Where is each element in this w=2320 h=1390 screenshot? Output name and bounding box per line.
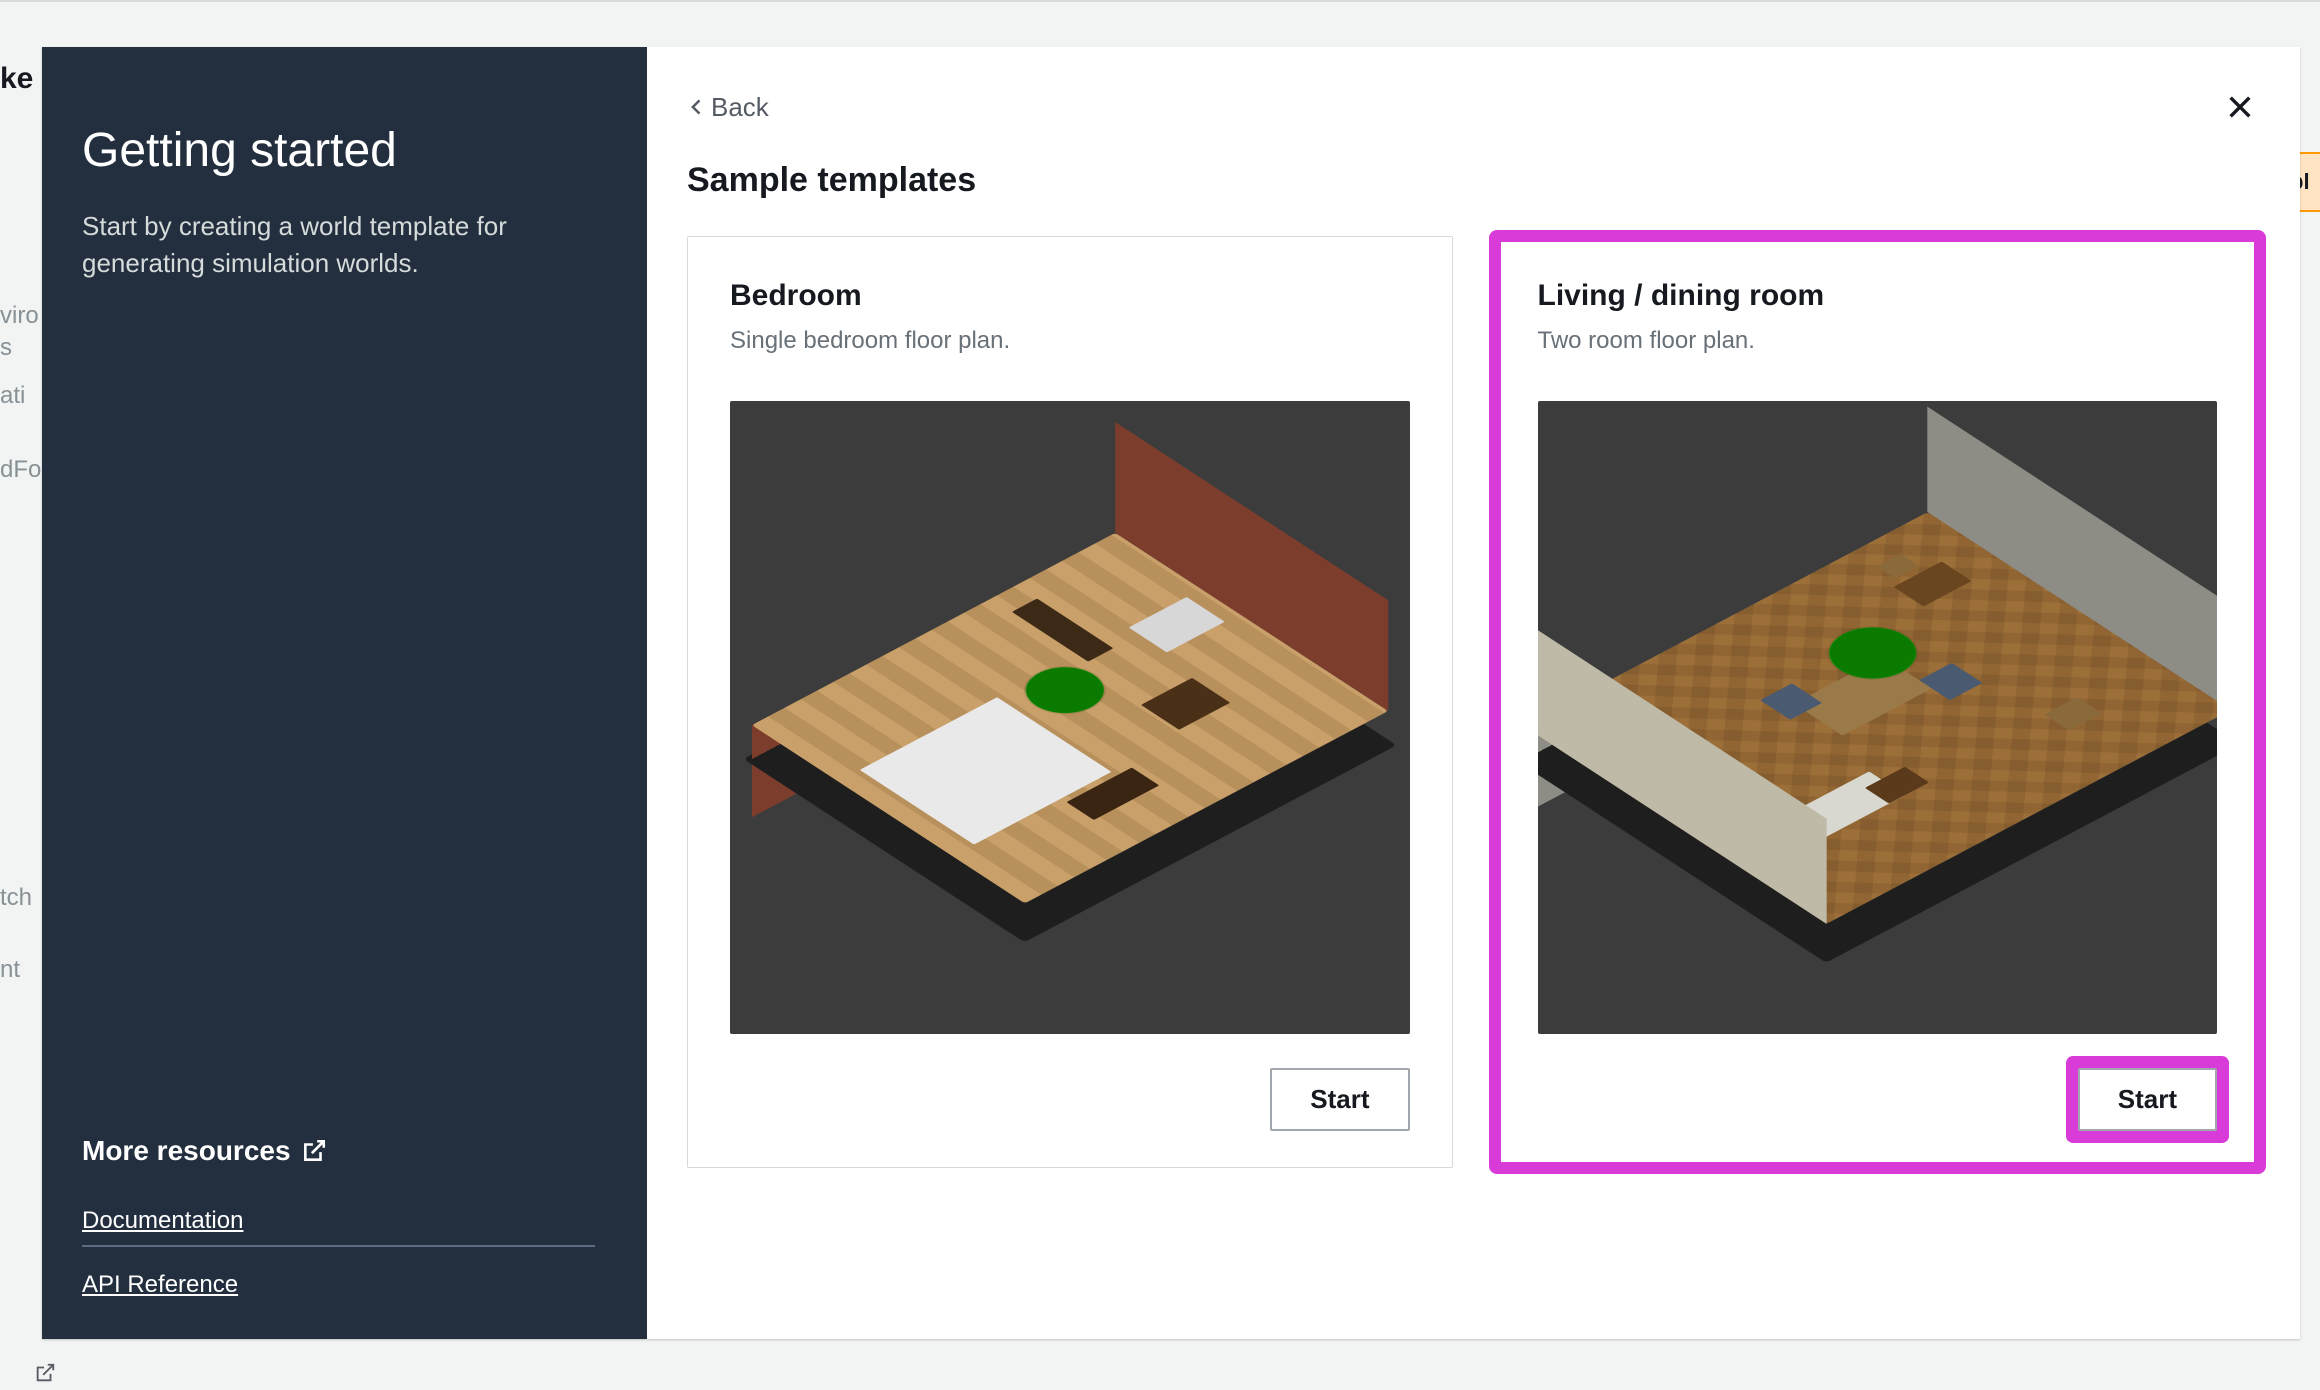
modal-content: Back Sample templates Bedroom Single bed… (647, 47, 2300, 1339)
template-preview-living-dining (1538, 401, 2218, 1034)
bg-text-fragment: nt (0, 956, 20, 984)
modal-sidebar: Getting started Start by creating a worl… (42, 47, 647, 1339)
close-icon (2224, 91, 2256, 123)
more-resources-label: More resources (82, 1135, 291, 1167)
bg-text-fragment: dFo (0, 456, 41, 484)
template-title: Living / dining room (1538, 279, 2218, 313)
external-link-icon (301, 1138, 327, 1164)
start-button[interactable]: Start (1270, 1068, 1409, 1131)
divider (82, 1245, 595, 1247)
start-button[interactable]: Start (2078, 1068, 2217, 1131)
sidebar-subtitle: Start by creating a world template for g… (82, 208, 595, 283)
chevron-left-icon (687, 93, 707, 121)
template-preview-bedroom (730, 401, 1410, 1034)
getting-started-modal: Getting started Start by creating a worl… (42, 47, 2300, 1339)
section-title: Sample templates (687, 161, 2260, 200)
close-button[interactable] (2220, 87, 2260, 127)
template-card-bedroom[interactable]: Bedroom Single bedroom floor plan. (687, 236, 1453, 1168)
bg-text-fragment: tch (0, 884, 32, 912)
template-description: Two room floor plan. (1538, 327, 2218, 355)
bg-text-fragment: s (0, 334, 12, 362)
more-resources-heading: More resources (82, 1135, 595, 1167)
template-card-living-dining[interactable]: Living / dining room Two room floor plan… (1495, 236, 2261, 1168)
sidebar-link-api-reference[interactable]: API Reference (82, 1271, 595, 1299)
bg-text-fragment: ke (0, 62, 33, 96)
sidebar-link-documentation[interactable]: Documentation (82, 1185, 595, 1235)
template-card-list: Bedroom Single bedroom floor plan. (687, 236, 2260, 1168)
bg-text-fragment: ati (0, 382, 25, 410)
bg-text-fragment: viro (0, 302, 39, 330)
back-button[interactable]: Back (687, 92, 769, 123)
sidebar-title: Getting started (82, 122, 595, 180)
back-label: Back (711, 92, 769, 123)
external-link-icon (34, 1362, 56, 1384)
template-title: Bedroom (730, 279, 1410, 313)
template-description: Single bedroom floor plan. (730, 327, 1410, 355)
